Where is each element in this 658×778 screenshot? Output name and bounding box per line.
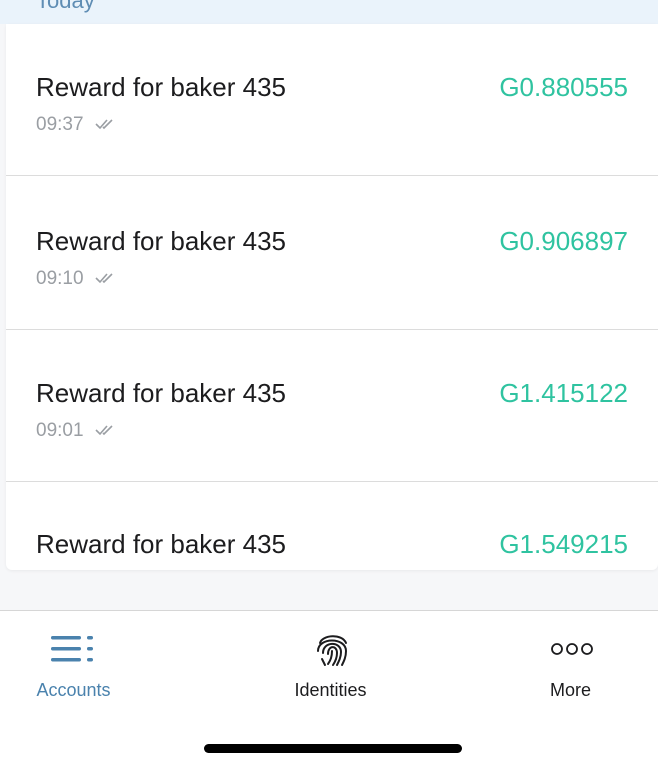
section-header-label: Today bbox=[36, 0, 95, 13]
transaction-amount: G1.549215 bbox=[499, 529, 628, 559]
section-header: Today bbox=[0, 0, 658, 24]
transaction-time: 09:10 bbox=[36, 268, 117, 290]
transaction-time-label: 09:10 bbox=[36, 268, 84, 290]
transaction-row[interactable]: Reward for baker 435 G0.880555 09:37 bbox=[6, 24, 658, 176]
transaction-amount: G0.880555 bbox=[499, 72, 628, 102]
tab-more[interactable]: More bbox=[462, 611, 658, 711]
tab-bar: Accounts Identities More bbox=[0, 610, 658, 778]
fingerprint-icon bbox=[310, 629, 354, 669]
transaction-time: 09:37 bbox=[36, 114, 117, 136]
transaction-time: 09:01 bbox=[36, 420, 117, 442]
double-check-icon bbox=[95, 114, 117, 136]
tab-identities[interactable]: Identities bbox=[222, 611, 441, 711]
tab-identities-label: Identities bbox=[294, 680, 367, 700]
transaction-time-label: 09:37 bbox=[36, 114, 84, 136]
transaction-time-label: 09:01 bbox=[36, 420, 84, 442]
double-check-icon bbox=[95, 420, 117, 442]
transaction-amount: G1.415122 bbox=[499, 378, 628, 408]
transaction-title: Reward for baker 435 bbox=[36, 226, 287, 256]
home-indicator bbox=[204, 744, 462, 753]
accounts-list-icon bbox=[51, 629, 95, 669]
transaction-row[interactable]: Reward for baker 435 G1.415122 09:01 bbox=[6, 330, 658, 482]
tab-accounts-label: Accounts bbox=[36, 680, 111, 700]
transaction-list: Reward for baker 435 G0.880555 09:37 Rew… bbox=[6, 24, 658, 570]
transaction-amount: G0.906897 bbox=[499, 226, 628, 256]
transaction-title: Reward for baker 435 bbox=[36, 378, 287, 408]
tab-more-label: More bbox=[549, 680, 591, 700]
transaction-title: Reward for baker 435 bbox=[36, 529, 287, 559]
app-screen: Today Reward for baker 435 G0.880555 09:… bbox=[0, 0, 658, 778]
transaction-title: Reward for baker 435 bbox=[36, 72, 287, 102]
double-check-icon bbox=[95, 268, 117, 290]
tab-accounts[interactable]: Accounts bbox=[0, 611, 219, 711]
transaction-row[interactable]: Reward for baker 435 G1.549215 bbox=[6, 483, 658, 570]
more-dots-icon bbox=[550, 629, 594, 669]
transaction-row[interactable]: Reward for baker 435 G0.906897 09:10 bbox=[6, 178, 658, 330]
